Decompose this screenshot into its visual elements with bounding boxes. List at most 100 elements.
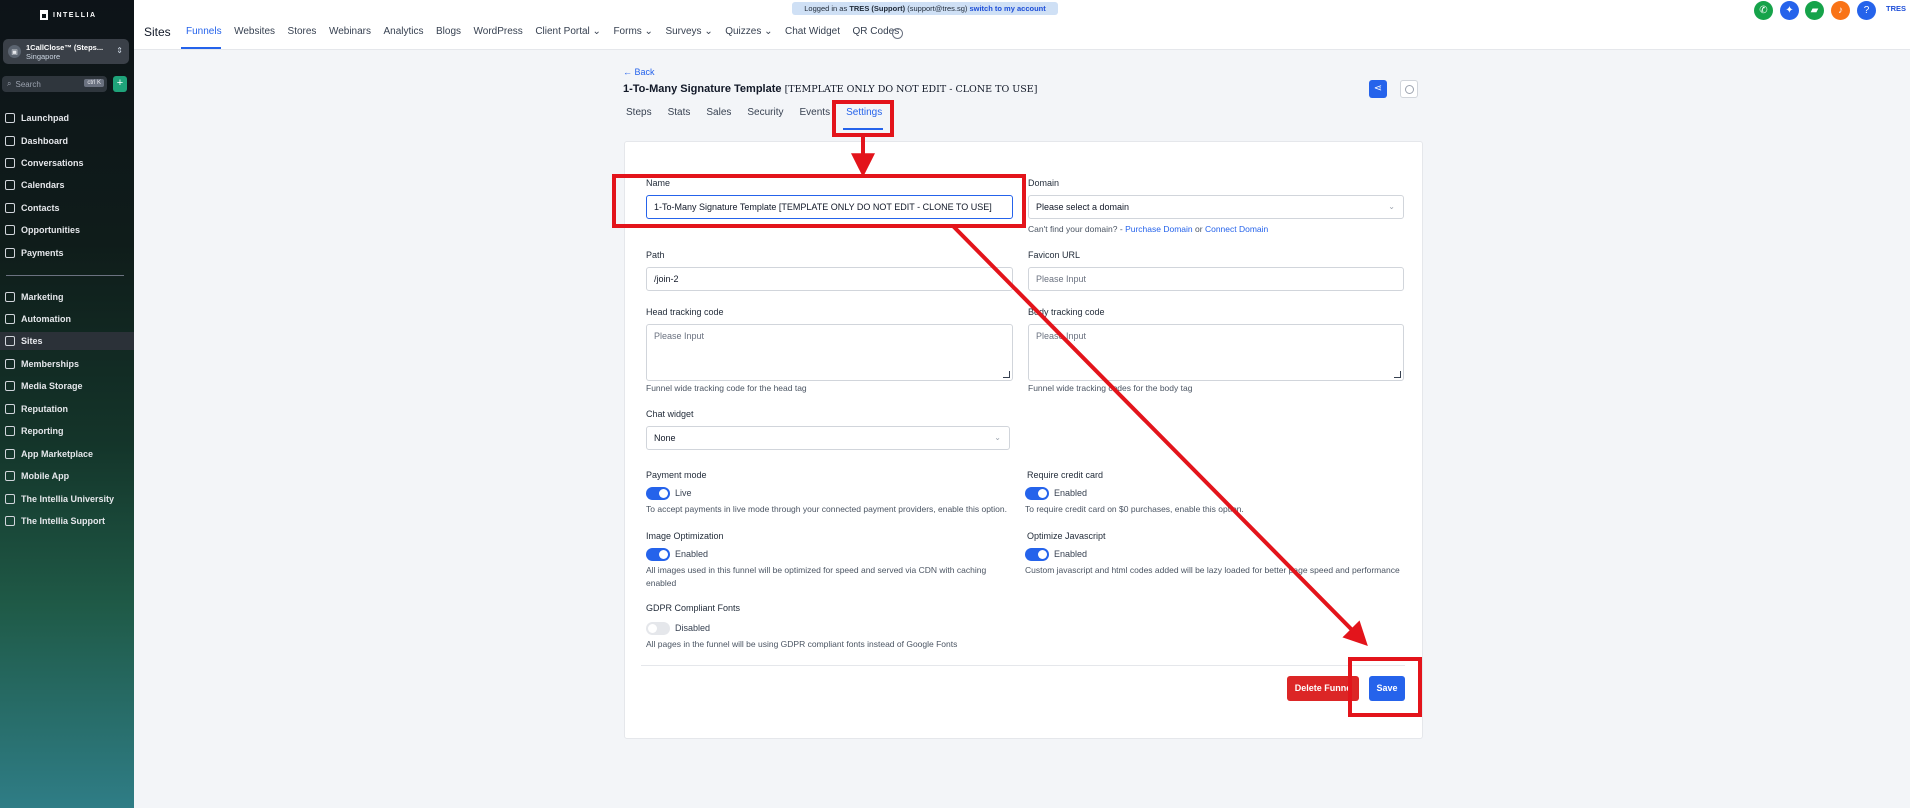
- sidebar-item-mobile-app[interactable]: Mobile App: [0, 467, 134, 485]
- share-button[interactable]: ⋖: [1369, 80, 1387, 98]
- sidebar-item-reputation[interactable]: Reputation: [0, 400, 134, 418]
- funnel-icon: [5, 225, 15, 235]
- image-opt-label: Image Optimization: [646, 531, 724, 541]
- gdpr-state: Disabled: [675, 623, 711, 633]
- sidebar-item-payments[interactable]: Payments: [0, 244, 134, 262]
- user-avatar[interactable]: TRES: [1886, 4, 1906, 13]
- chat-icon: [5, 158, 15, 168]
- head-code-textarea[interactable]: Please Input: [646, 324, 1013, 381]
- quick-action-button[interactable]: +: [113, 76, 127, 92]
- announcement-icon[interactable]: ▰: [1805, 1, 1824, 20]
- tab-security[interactable]: Security: [747, 107, 783, 118]
- badge-icon: [5, 359, 15, 369]
- star-icon: [5, 404, 15, 414]
- favicon-input[interactable]: Please Input: [1028, 267, 1404, 291]
- sidebar-item-label: Sites: [21, 336, 43, 346]
- sidebar-item-label: Memberships: [21, 359, 80, 369]
- domain-or: or: [1195, 224, 1203, 234]
- sidebar-item-reporting[interactable]: Reporting: [0, 422, 134, 440]
- path-input[interactable]: /join-2: [646, 267, 1013, 291]
- gdpr-toggle[interactable]: [646, 622, 670, 635]
- sidebar-item-label: Contacts: [21, 203, 60, 213]
- payment-mode-toggle[interactable]: [646, 487, 670, 500]
- domain-placeholder: Please select a domain: [1036, 202, 1130, 212]
- help-icon[interactable]: ?: [1857, 1, 1876, 20]
- sidebar-item-sites[interactable]: Sites: [0, 332, 134, 350]
- phone-icon[interactable]: ✆: [1754, 1, 1773, 20]
- top-nav-item[interactable]: Analytics: [384, 26, 424, 37]
- account-location: Singapore: [26, 51, 61, 61]
- sidebar-item-dashboard[interactable]: Dashboard: [0, 132, 134, 150]
- sidebar-item-calendars[interactable]: Calendars: [0, 176, 134, 194]
- top-nav-item[interactable]: WordPress: [474, 26, 523, 37]
- sidebar-item-contacts[interactable]: Contacts: [0, 199, 134, 217]
- top-nav-item[interactable]: Webinars: [329, 26, 371, 37]
- tab-stats[interactable]: Stats: [668, 107, 691, 118]
- connect-domain-link[interactable]: Connect Domain: [1205, 224, 1268, 234]
- top-nav-item[interactable]: Stores: [288, 26, 317, 37]
- sidebar-item-opportunities[interactable]: Opportunities: [0, 221, 134, 239]
- top-nav-item[interactable]: Client Portal ⌄: [535, 26, 601, 37]
- top-nav-item[interactable]: Forms ⌄: [613, 26, 653, 37]
- top-nav-item[interactable]: Funnels: [186, 26, 222, 37]
- payment-mode-label: Payment mode: [646, 470, 707, 480]
- sidebar-item-label: Automation: [21, 314, 71, 324]
- chart-icon: [5, 426, 15, 436]
- credit-card-toggle[interactable]: [1025, 487, 1049, 500]
- magic-icon[interactable]: ✦: [1780, 1, 1799, 20]
- tab-steps[interactable]: Steps: [626, 107, 652, 118]
- chevron-updown-icon: ⇕: [116, 46, 123, 55]
- body-code-textarea[interactable]: Please Input: [1028, 324, 1404, 381]
- chevron-down-icon: ⌄: [994, 433, 1001, 442]
- js-opt-state: Enabled: [1054, 549, 1088, 559]
- settings-card: Name 1-To-Many Signature Template [TEMPL…: [624, 141, 1423, 739]
- search-input[interactable]: ⌕ Search ctrl K: [2, 76, 107, 92]
- sidebar-item-label: Reporting: [21, 426, 64, 436]
- sidebar-item-conversations[interactable]: Conversations: [0, 154, 134, 172]
- resize-handle[interactable]: [1003, 371, 1010, 378]
- chevron-down-icon: ⌄: [1388, 202, 1395, 211]
- resize-handle[interactable]: [1394, 371, 1401, 378]
- top-nav-item[interactable]: Surveys ⌄: [665, 26, 712, 37]
- sidebar-item-memberships[interactable]: Memberships: [0, 355, 134, 373]
- top-nav-item[interactable]: Chat Widget: [785, 26, 840, 37]
- tab-sales[interactable]: Sales: [706, 107, 731, 118]
- top-nav-item[interactable]: Quizzes ⌄: [725, 26, 772, 37]
- gear-icon[interactable]: [892, 28, 903, 39]
- sidebar-item-label: The Intellia Support: [21, 516, 106, 526]
- top-nav-item[interactable]: Websites: [234, 26, 275, 37]
- sidebar-item-the-intellia-university[interactable]: The Intellia University: [0, 490, 134, 508]
- logo[interactable]: INTELLIA: [40, 10, 97, 20]
- sidebar-item-media-storage[interactable]: Media Storage: [0, 377, 134, 395]
- switch-account-link[interactable]: switch to my account: [969, 4, 1045, 13]
- sidebar-item-app-marketplace[interactable]: App Marketplace: [0, 445, 134, 463]
- top-nav-item[interactable]: Blogs: [436, 26, 461, 37]
- image-icon: [5, 381, 15, 391]
- search-placeholder: Search: [15, 79, 41, 89]
- domain-select[interactable]: Please select a domain ⌄: [1028, 195, 1404, 219]
- head-code-label: Head tracking code: [646, 307, 724, 317]
- save-button[interactable]: Save: [1369, 676, 1405, 701]
- payments-icon: [5, 248, 15, 258]
- info-button[interactable]: [1400, 80, 1418, 98]
- top-bar: Logged in as TRES (Support) (support@tre…: [134, 0, 1910, 50]
- tab-settings[interactable]: Settings: [846, 107, 882, 118]
- sidebar-item-launchpad[interactable]: Launchpad: [0, 109, 134, 127]
- account-switcher[interactable]: ▣ 1CallClose™ (Steps... Singapore ⇕: [3, 39, 129, 64]
- headset-icon: [5, 516, 15, 526]
- image-opt-toggle[interactable]: [646, 548, 670, 561]
- js-opt-toggle[interactable]: [1025, 548, 1049, 561]
- tab-events[interactable]: Events: [800, 107, 831, 118]
- chat-widget-select[interactable]: None ⌄: [646, 426, 1010, 450]
- head-code-placeholder: Please Input: [654, 331, 705, 341]
- domain-label: Domain: [1028, 178, 1060, 188]
- bell-icon[interactable]: ♪: [1831, 1, 1850, 20]
- delete-funnel-button[interactable]: Delete Funne: [1287, 676, 1359, 701]
- banner-user: TRES (Support): [849, 4, 906, 13]
- sidebar-item-the-intellia-support[interactable]: The Intellia Support: [0, 512, 134, 530]
- sidebar-item-marketing[interactable]: Marketing: [0, 288, 134, 306]
- back-link[interactable]: ← Back: [623, 67, 655, 77]
- purchase-domain-link[interactable]: Purchase Domain: [1125, 224, 1193, 234]
- name-input[interactable]: 1-To-Many Signature Template [TEMPLATE O…: [646, 195, 1013, 219]
- sidebar-item-automation[interactable]: Automation: [0, 310, 134, 328]
